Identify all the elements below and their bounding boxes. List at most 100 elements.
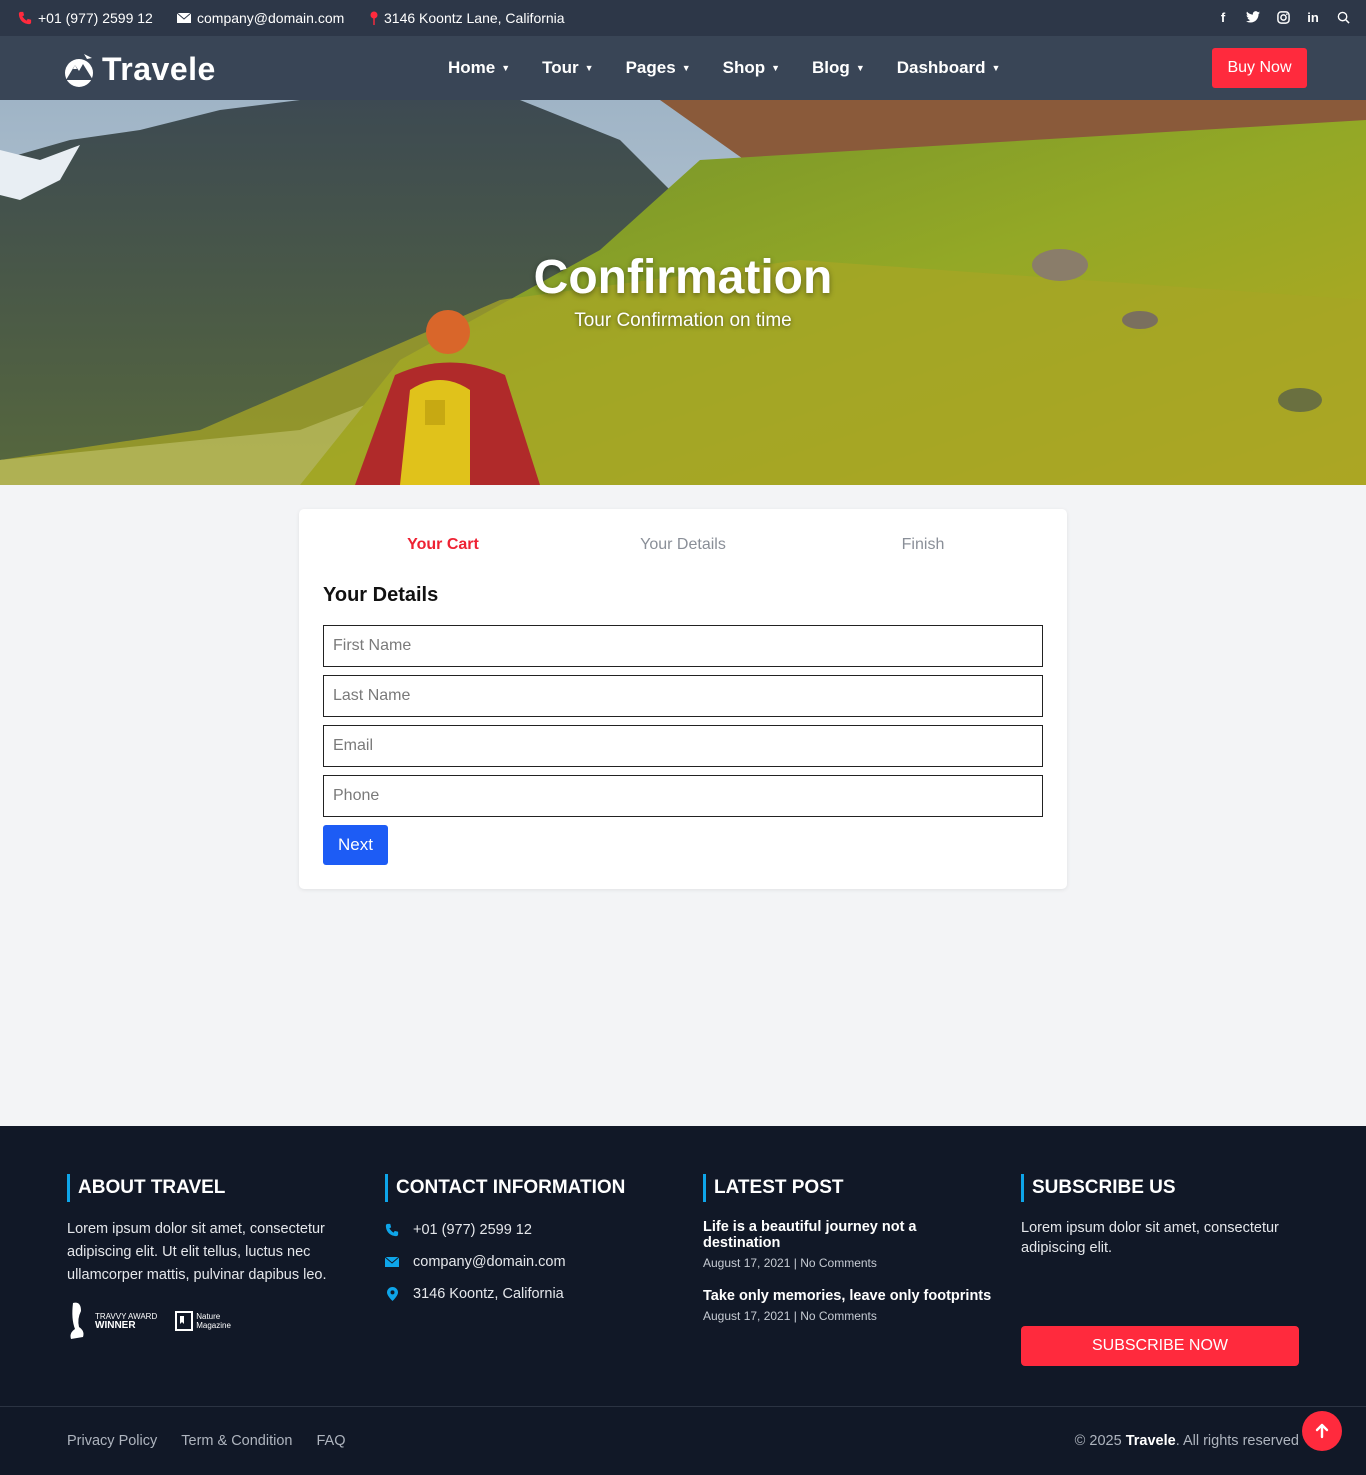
topbar: +01 (977) 2599 12 company@domain.com 314… [0,0,1366,36]
caret-down-icon: ▼ [501,63,511,73]
post-comments[interactable]: No Comments [800,1309,877,1323]
footer-contact-email[interactable]: company@domain.com [385,1246,665,1278]
twitter-icon[interactable] [1246,10,1260,24]
latest-post-title[interactable]: Take only memories, leave only footprint… [703,1288,993,1304]
caret-down-icon: ▼ [991,63,1001,73]
topbar-email-text: company@domain.com [197,10,345,26]
nature-magazine-badge: Nature Magazine [175,1311,231,1331]
award1-line2: WINNER [95,1320,136,1331]
footer-contact: Contact Information +01 (977) 2599 12 co… [385,1174,665,1310]
footer-about: About Travel Lorem ipsum dolor sit amet,… [67,1174,337,1287]
phone-icon [18,11,32,25]
main-menu: Home ▼ Tour ▼ Pages ▼ Shop ▼ Blog ▼ Dashboard… [448,36,1032,100]
back-to-top-button[interactable] [1302,1411,1342,1451]
footer-about-text: Lorem ipsum dolor sit amet, consectetur … [67,1221,327,1283]
logo-mountain-icon [65,54,93,87]
post-comments[interactable]: No Comments [800,1256,877,1270]
copyright-prefix: © 2025 [1074,1433,1122,1449]
menu-item-tour[interactable]: Tour ▼ [542,58,593,78]
footer-email-text: company@domain.com [413,1254,566,1270]
footer-contact-phone[interactable]: +01 (977) 2599 12 [385,1214,665,1246]
phone-icon [385,1223,399,1237]
social-links: f in [1216,10,1350,25]
latest-post-meta: August 17, 2021 | No Comments [703,1309,877,1323]
topbar-email[interactable]: company@domain.com [177,10,344,26]
copyright-brand[interactable]: Travele [1126,1433,1176,1449]
hero-title: Confirmation [533,251,833,304]
step-finish[interactable]: Finish [803,536,1043,554]
award-badges: TRAVVY AWARD WINNER Nature Magazine [67,1301,231,1341]
envelope-icon [385,1257,399,1267]
menu-item-shop[interactable]: Shop ▼ [723,58,780,78]
post-date: August 17, 2021 [703,1309,791,1323]
footer-latest-heading: Latest Post [703,1174,993,1202]
terms-link[interactable]: Term & Condition [181,1433,292,1449]
logo-text: Travele [102,50,216,87]
phone-input[interactable] [323,775,1043,817]
footer-subscribe-text: Lorem ipsum dolor sit amet, consectetur … [1021,1220,1279,1256]
footer-subscribe-heading: Subscribe Us [1021,1174,1299,1202]
menu-label-home: Home [448,58,496,77]
menu-item-pages[interactable]: Pages ▼ [626,58,691,78]
menu-label-pages: Pages [625,58,676,77]
award2-line1: Nature [196,1312,221,1321]
first-name-input[interactable] [323,625,1043,667]
footer-phone-text: +01 (977) 2599 12 [413,1222,532,1238]
post-date: August 17, 2021 [703,1256,791,1270]
checkout-steps: Your Cart Your Details Finish [323,536,1043,554]
footer-bottom-bar: Privacy Policy Term & Condition FAQ © 20… [0,1406,1366,1475]
facebook-icon[interactable]: f [1216,10,1230,25]
footer-latest-posts: Latest Post Life is a beautiful journey … [703,1174,993,1323]
latest-post[interactable]: Life is a beautiful journey not a destin… [703,1219,993,1270]
email-input[interactable] [323,725,1043,767]
menu-item-blog[interactable]: Blog ▼ [812,58,865,78]
menu-item-home[interactable]: Home ▼ [448,58,510,78]
menu-item-dashboard[interactable]: Dashboard ▼ [897,58,1001,78]
magazine-icon [175,1311,194,1331]
checkout-card: Your Cart Your Details Finish Your Detai… [299,509,1067,889]
site-footer: About Travel Lorem ipsum dolor sit amet,… [0,1126,1366,1475]
step-your-details[interactable]: Your Details [563,536,803,554]
footer-address-text: 3146 Koontz, California [413,1286,564,1302]
caret-down-icon: ▼ [771,63,781,73]
trophy-icon [70,1302,84,1339]
latest-post[interactable]: Take only memories, leave only footprint… [703,1288,993,1323]
footer-subscribe: Subscribe Us Lorem ipsum dolor sit amet,… [1021,1174,1299,1258]
instagram-icon[interactable] [1276,10,1290,24]
footer-about-heading: About Travel [67,1174,337,1202]
caret-down-icon: ▼ [681,63,691,73]
copyright-text: © 2025 Travele. All rights reserved [1075,1433,1299,1449]
search-icon[interactable] [1336,10,1350,24]
award2-line2: Magazine [196,1321,231,1330]
footer-contact-heading: Contact Information [385,1174,665,1202]
topbar-address-text: 3146 Koontz Lane, California [384,10,565,26]
hero-banner: Confirmation Tour Confirmation on time [0,100,1366,485]
faq-link[interactable]: FAQ [316,1433,345,1449]
envelope-icon [177,13,191,23]
menu-label-shop: Shop [722,58,766,77]
map-marker-icon [385,1287,399,1301]
last-name-input[interactable] [323,675,1043,717]
travvy-award-badge: TRAVVY AWARD WINNER [67,1301,157,1341]
menu-label-tour: Tour [542,58,579,77]
menu-label-dashboard: Dashboard [896,58,986,77]
site-logo[interactable]: Travele [60,50,216,88]
subscribe-now-button[interactable]: Subscribe Now [1021,1326,1299,1366]
main-navbar: Travele Home ▼ Tour ▼ Pages ▼ Shop ▼ Blog ▼ D… [0,36,1366,100]
arrow-up-icon [1315,1423,1329,1439]
topbar-address: 3146 Koontz Lane, California [370,10,565,26]
privacy-policy-link[interactable]: Privacy Policy [67,1433,157,1449]
buy-now-button[interactable]: Buy Now [1212,48,1307,88]
step-your-cart[interactable]: Your Cart [323,536,563,554]
copyright-suffix: . All rights reserved [1175,1433,1299,1449]
hero-subtitle: Tour Confirmation on time [574,310,792,331]
linkedin-icon[interactable]: in [1306,10,1320,25]
caret-down-icon: ▼ [855,63,865,73]
next-button[interactable]: Next [323,825,388,865]
topbar-phone-text: +01 (977) 2599 12 [38,10,153,26]
caret-down-icon: ▼ [584,63,594,73]
menu-label-blog: Blog [812,58,850,77]
topbar-phone[interactable]: +01 (977) 2599 12 [18,10,153,26]
latest-post-title[interactable]: Life is a beautiful journey not a destin… [703,1219,993,1251]
latest-post-meta: August 17, 2021 | No Comments [703,1256,877,1270]
